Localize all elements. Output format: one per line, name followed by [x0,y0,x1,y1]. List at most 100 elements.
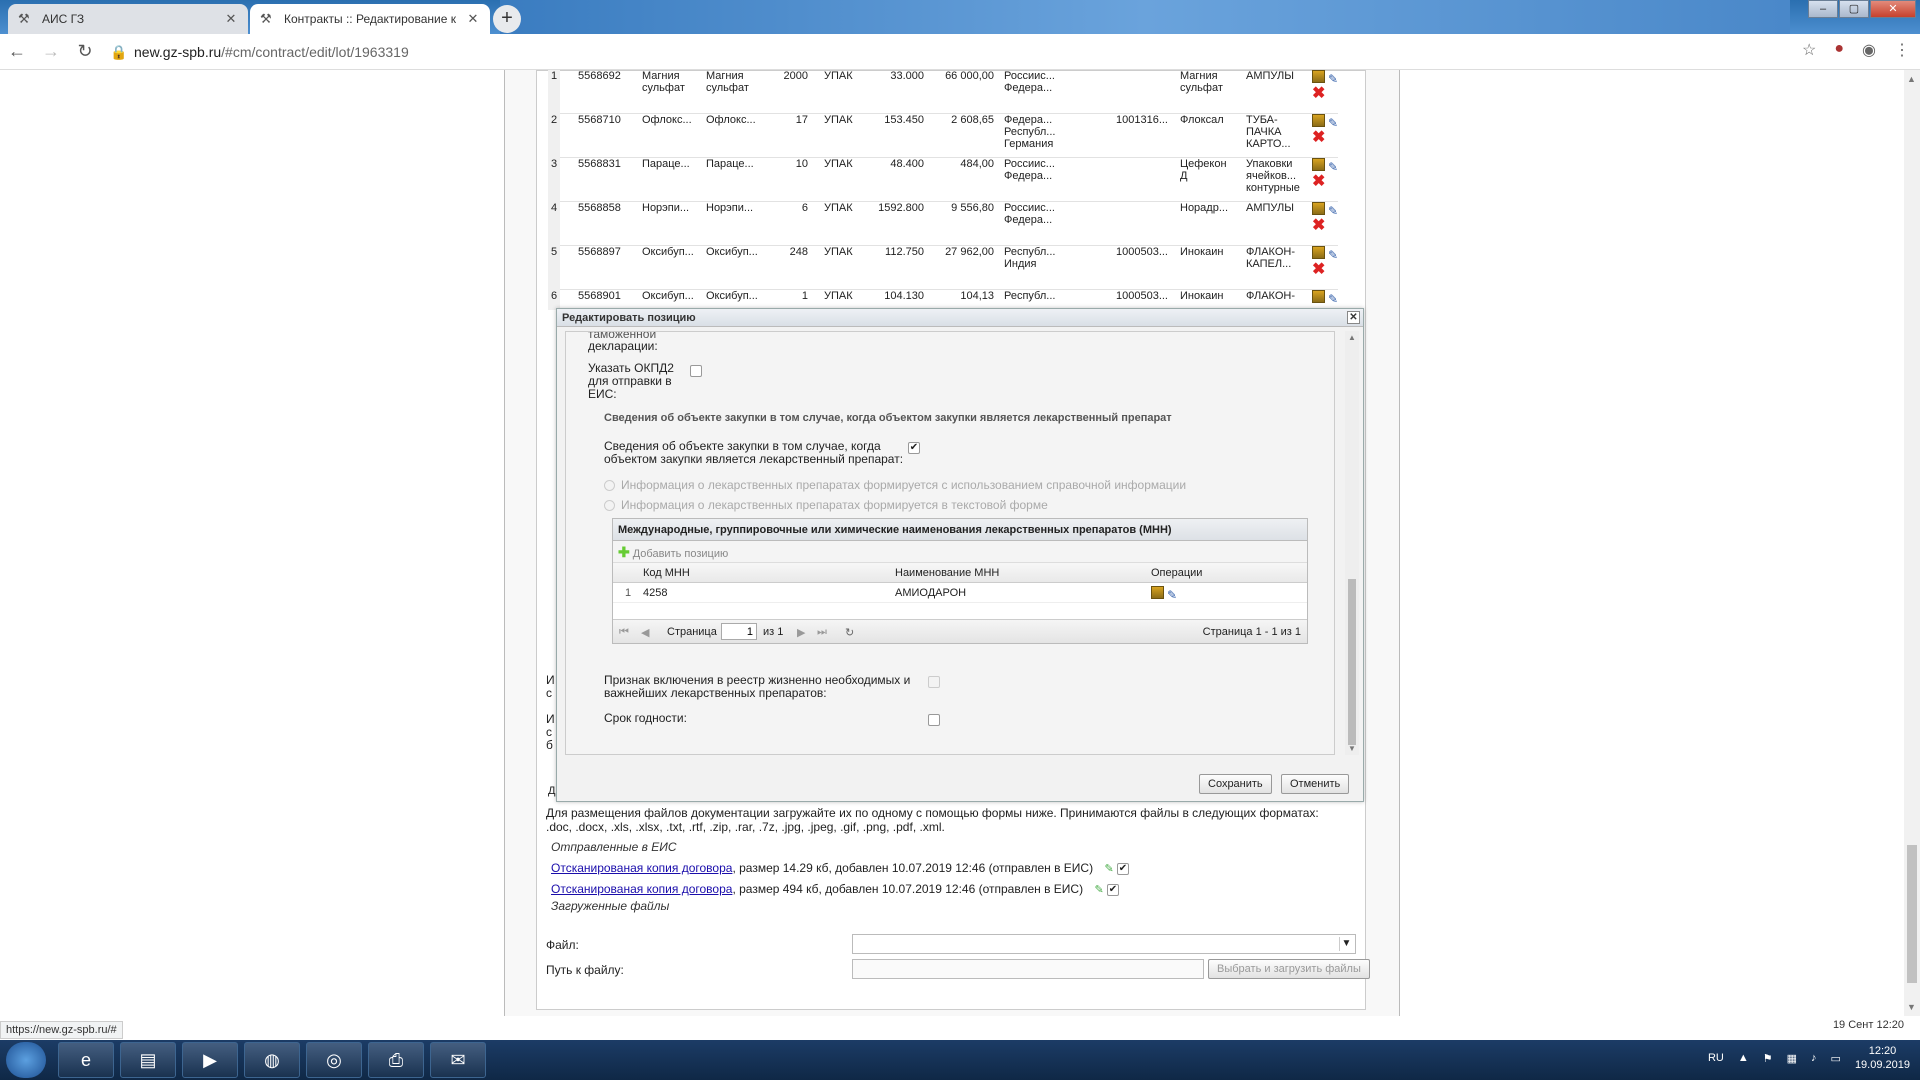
archive-icon[interactable] [1312,114,1325,127]
loaded-files-title: Загруженные файлы [551,899,670,913]
edit-icon[interactable]: ✎ [1328,73,1338,85]
chevron-down-icon[interactable]: ▼ [1339,937,1353,951]
tray-arrow-icon[interactable]: ▲ [1738,1052,1749,1064]
address-bar[interactable]: 🔒 new.gz-spb.ru/#cm/contract/edit/lot/19… [110,39,1780,65]
close-icon[interactable]: ✕ [1347,311,1360,324]
table-row[interactable]: 2 5568710 Офлокс... Офлокс... 17 УПАК 15… [548,114,1338,158]
archive-icon[interactable] [1312,246,1325,259]
clock[interactable]: 12:20 19.09.2019 [1855,1044,1910,1072]
sign-icon[interactable]: ✎ [1104,863,1113,875]
close-window-button[interactable]: ✕ [1870,0,1916,18]
scroll-up-icon[interactable]: ▲ [1348,333,1356,342]
edit-icon[interactable]: ✎ [1328,161,1338,173]
expiry-checkbox[interactable] [928,714,940,726]
star-icon[interactable]: ☆ [1802,40,1816,60]
new-tab-button[interactable]: + [493,5,521,33]
media-player-icon[interactable]: ▶ [182,1042,238,1078]
forward-icon[interactable]: → [34,41,68,62]
menu-icon[interactable]: ⋮ [1894,40,1910,60]
add-position-button[interactable]: ✚ Добавить позицию [613,541,1307,563]
table-row[interactable]: 4 5568858 Норэпи... Норэпи... 6 УПАК 159… [548,202,1338,246]
network-icon[interactable]: ▦ [1787,1052,1797,1065]
delete-icon[interactable]: ✖ [1312,130,1346,145]
profile-icon[interactable]: ◉ [1862,40,1876,60]
volume-icon[interactable]: ♪ [1811,1052,1817,1064]
table-row[interactable]: 6 5568901 Оксибуп... Оксибуп... 1 УПАК 1… [548,290,1338,310]
edit-icon[interactable]: ✎ [1328,205,1338,217]
archive-icon[interactable] [1312,290,1325,303]
scroll-down-icon[interactable]: ▼ [1348,744,1356,753]
dialog-scrollbar[interactable]: ▲ ▼ [1345,331,1359,755]
file-path-input[interactable] [852,959,1204,979]
okpd-checkbox[interactable] [690,365,702,377]
refresh-icon[interactable]: ↻ [845,626,854,639]
radio-text-form[interactable]: Информация о лекарственных препаратах фо… [604,498,1048,512]
back-icon[interactable]: ← [0,41,34,62]
file-link[interactable]: Отсканированая копия договора [551,861,732,875]
reload-icon[interactable]: ↻ [68,41,102,62]
tab-contracts[interactable]: ⚒ Контракты :: Редактирование к ✕ [250,4,490,34]
vital-checkbox[interactable] [928,676,940,688]
edit-icon[interactable]: ✎ [1328,293,1338,305]
archive-icon[interactable] [1312,158,1325,171]
archive-icon[interactable] [1312,202,1325,215]
start-button[interactable] [6,1042,46,1078]
table-row[interactable]: 5 5568897 Оксибуп... Оксибуп... 248 УПАК… [548,246,1338,290]
url-path: /#cm/contract/edit/lot/1963319 [221,44,409,60]
delete-icon[interactable]: ✖ [1312,86,1346,101]
archive-icon[interactable] [1151,586,1164,599]
browser-tab-strip: ⚒ АИС ГЗ ✕ ⚒ Контракты :: Редактирование… [0,0,1920,34]
firefox-icon[interactable]: ◍ [244,1042,300,1078]
maximize-button[interactable]: ▢ [1839,0,1869,18]
tab-title: АИС ГЗ [42,12,85,26]
mnn-header: Международные, группировочные или химиче… [613,519,1307,541]
folder-icon[interactable]: ▤ [120,1042,176,1078]
edit-icon[interactable]: ✎ [1328,249,1338,261]
edit-icon[interactable]: ✎ [1167,588,1177,602]
ie-icon[interactable]: e [58,1042,114,1078]
close-tab-icon[interactable]: ✕ [224,11,238,27]
page-scrollbar[interactable]: ▲ ▼ [1904,70,1920,1016]
row-operations: ✎ ✖ [1312,246,1346,276]
close-tab-icon[interactable]: ✕ [466,11,480,27]
table-row[interactable]: 3 5568831 Параце... Параце... 10 УПАК 48… [548,158,1338,202]
scroll-up-icon[interactable]: ▲ [1907,74,1916,84]
file-checkbox[interactable]: ✔ [1117,862,1129,875]
file-link[interactable]: Отсканированая копия договора [551,882,732,896]
archive-icon[interactable] [1312,70,1325,83]
scroll-thumb[interactable] [1907,845,1917,983]
outlook-icon[interactable]: ✉ [430,1042,486,1078]
scroll-thumb[interactable] [1348,579,1356,745]
save-button[interactable]: Сохранить [1199,774,1272,794]
extension-icon[interactable]: ● [1834,40,1844,60]
file-checkbox[interactable]: ✔ [1107,883,1119,896]
language-indicator[interactable]: RU [1708,1052,1724,1064]
drug-checkbox[interactable]: ✔ [908,442,920,454]
delete-icon[interactable]: ✖ [1312,218,1346,233]
tab-ais-gz[interactable]: ⚒ АИС ГЗ ✕ [8,4,248,34]
first-page-icon[interactable]: ⏮ [619,626,629,639]
last-page-icon[interactable]: ⏭ [817,626,827,639]
scroll-down-icon[interactable]: ▼ [1907,1002,1916,1012]
delete-icon[interactable]: ✖ [1312,174,1346,189]
mnn-column-headers: Код МНН Наименование МНН Операции [613,563,1307,583]
sign-icon[interactable]: ✎ [1094,884,1103,896]
chrome-icon[interactable]: ◎ [306,1042,362,1078]
pdf-icon[interactable]: ⎙ [368,1042,424,1078]
edit-icon[interactable]: ✎ [1328,117,1338,129]
file-select[interactable]: ▼ [852,934,1356,954]
cancel-button[interactable]: Отменить [1281,774,1350,794]
prev-page-icon[interactable]: ◀ [641,626,649,639]
upload-files-button[interactable]: Выбрать и загрузить файлы [1208,959,1370,979]
next-page-icon[interactable]: ▶ [797,626,805,639]
delete-icon[interactable]: ✖ [1312,262,1346,277]
dialog-body: таможенной декларации: Указать ОКПД2 для… [565,331,1335,755]
table-row[interactable]: 1 5568692 Магния сульфат Магния сульфат … [548,70,1338,114]
display-icon[interactable]: ▭ [1831,1052,1841,1065]
flag-icon[interactable]: ⚑ [1763,1052,1773,1065]
radio-reference-info[interactable]: Информация о лекарственных препаратах фо… [604,478,1186,492]
page-number-input[interactable] [721,623,757,640]
drug-label: Сведения об объекте закупки в том случае… [604,439,904,466]
minimize-button[interactable]: – [1808,0,1838,18]
table-row[interactable]: 1 4258 АМИОДАРОН ✎ [613,583,1307,603]
